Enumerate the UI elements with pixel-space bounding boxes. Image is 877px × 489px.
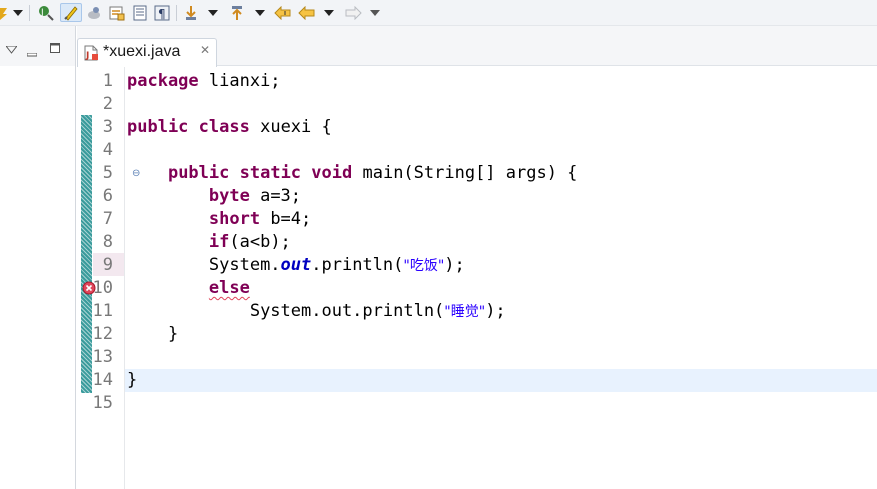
main-toolbar: J ¶ <box>0 0 877 26</box>
line-number: 15 <box>92 393 113 413</box>
open-type-icon[interactable]: J <box>36 3 56 22</box>
code-line-5: public static void main(String[] args) { <box>167 163 578 183</box>
code-line-9: System.out.println("吃饭"); <box>208 255 465 275</box>
dropdown-arrow-icon[interactable] <box>322 3 336 22</box>
java-editor[interactable]: 1 2 3 4 5 ⊖ 6 7 8 9 10 11 12 13 14 15 pac… <box>77 67 877 489</box>
show-whitespace-icon[interactable]: ¶ <box>153 3 171 22</box>
dropdown-arrow-icon[interactable] <box>368 3 382 22</box>
editor-tab-xuexi[interactable]: J *xuexi.java ✕ <box>77 38 217 67</box>
line-number: 5 <box>102 163 113 183</box>
line-number: 9 <box>102 255 113 275</box>
code-line-3: public class xuexi { <box>127 117 332 137</box>
forward-icon[interactable] <box>344 3 362 22</box>
syntax-error-else: else <box>208 278 250 298</box>
editor-tab-label: *xuexi.java <box>103 43 181 60</box>
maximize-icon[interactable] <box>50 38 60 57</box>
line-number: 2 <box>102 94 113 114</box>
line-number: 4 <box>102 140 113 160</box>
toolbar-separator <box>29 5 30 21</box>
line-number: 14 <box>92 370 113 390</box>
svg-text:J: J <box>85 51 89 61</box>
minimize-icon[interactable] <box>26 42 38 61</box>
dropdown-arrow-icon[interactable] <box>206 3 220 22</box>
previous-annotation-icon[interactable] <box>228 3 246 22</box>
back-icon[interactable] <box>298 3 316 22</box>
line-number: 1 <box>102 71 113 91</box>
line-number: 6 <box>102 186 113 206</box>
svg-text:¶: ¶ <box>158 7 166 21</box>
last-edit-location-icon[interactable] <box>274 3 292 22</box>
skipped-icon[interactable] <box>0 3 9 22</box>
next-annotation-icon[interactable] <box>182 3 200 22</box>
code-text-area[interactable]: package lianxi; public class xuexi { pub… <box>125 67 877 489</box>
code-line-1: package lianxi; <box>127 71 281 91</box>
code-line-14: } <box>127 370 138 390</box>
code-line-10: else <box>127 277 250 300</box>
left-view-header <box>0 26 75 66</box>
code-line-8: if(a<b); <box>208 232 291 252</box>
code-line-6: byte a=3; <box>208 186 302 206</box>
code-line-12: } <box>167 324 179 344</box>
line-number: 3 <box>102 117 113 137</box>
line-number: 7 <box>102 209 113 229</box>
left-view-panel <box>0 26 76 489</box>
line-number: 13 <box>92 347 113 367</box>
line-number: 8 <box>102 232 113 252</box>
dropdown-arrow-icon[interactable] <box>253 3 267 22</box>
view-menu-icon[interactable] <box>4 39 19 58</box>
line-number: 11 <box>92 301 113 321</box>
code-line-7: short b=4; <box>208 209 312 229</box>
toggle-mark-occurrences-icon[interactable] <box>60 3 82 22</box>
error-icon[interactable] <box>82 280 96 299</box>
toggle-block-selection-icon[interactable] <box>131 3 149 22</box>
java-file-icon: J <box>83 45 99 65</box>
dropdown-arrow-icon[interactable] <box>12 3 24 22</box>
current-line-highlight <box>125 369 877 392</box>
close-icon[interactable]: ✕ <box>200 43 210 57</box>
code-line-11: System.out.println("睡觉"); <box>249 301 506 321</box>
line-number: 12 <box>92 324 113 344</box>
toggle-word-wrap-icon[interactable] <box>108 3 126 22</box>
editor-tab-strip: J *xuexi.java ✕ <box>77 26 877 67</box>
svg-text:J: J <box>40 8 44 18</box>
toggle-breadcrumb-icon[interactable] <box>86 3 102 22</box>
toolbar-separator <box>176 5 177 21</box>
